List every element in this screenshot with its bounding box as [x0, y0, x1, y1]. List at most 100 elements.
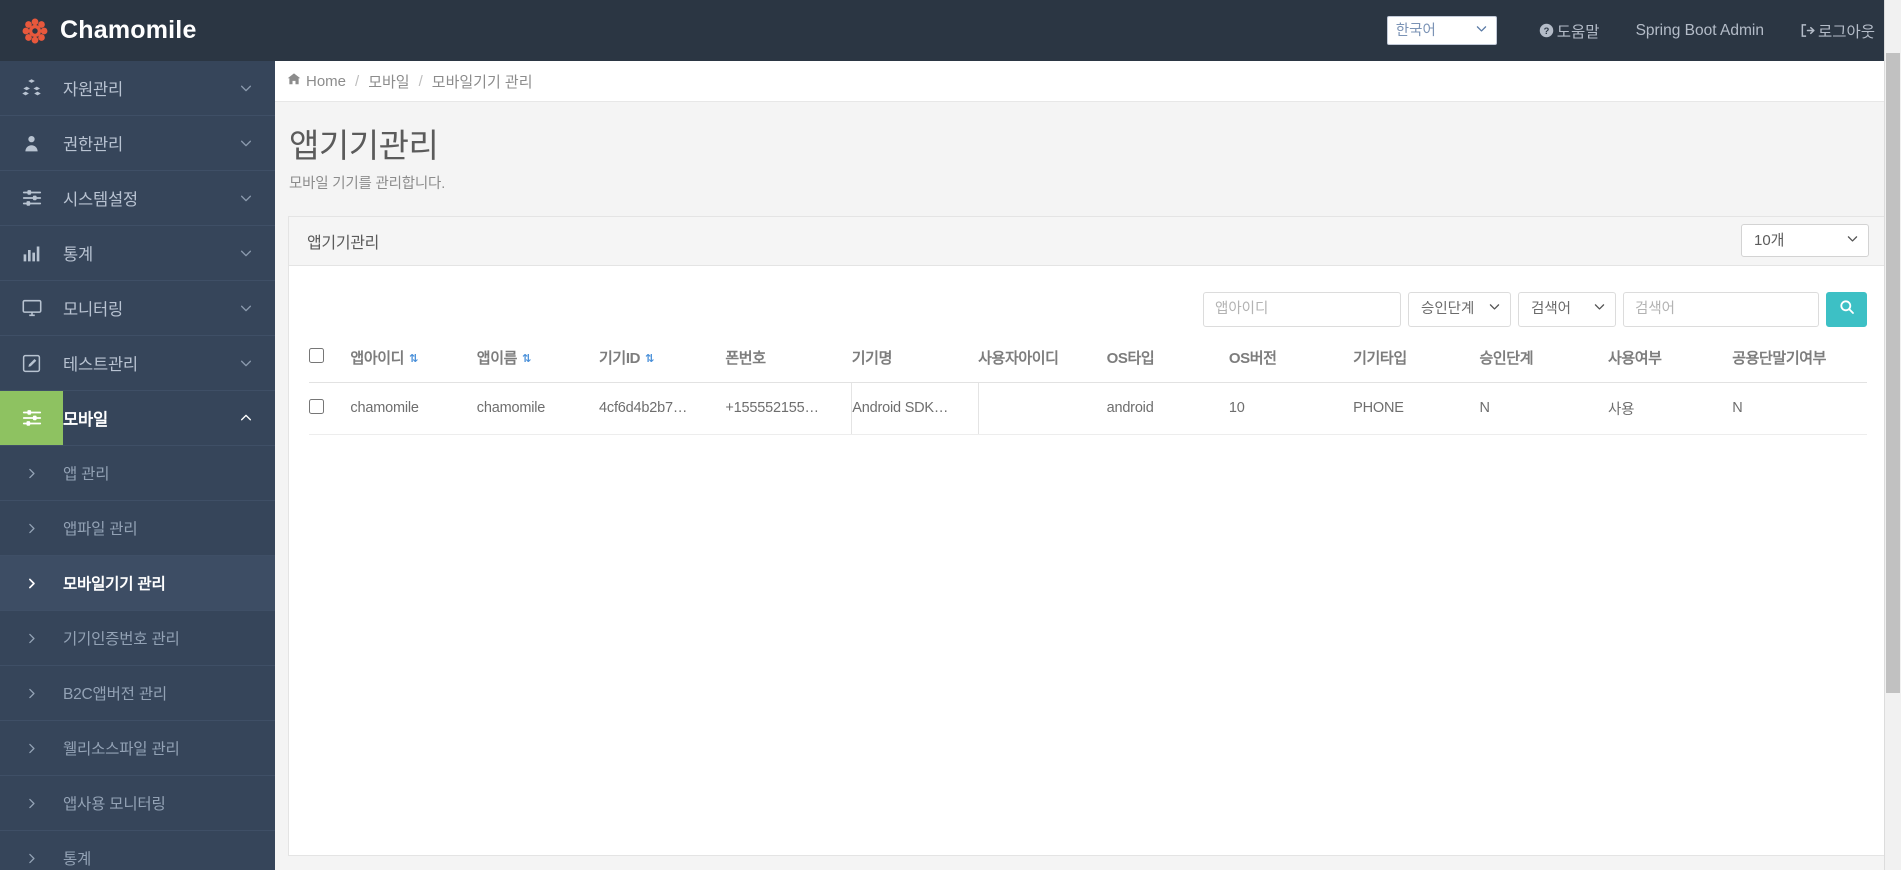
table-header-device-name[interactable]: 기기명: [851, 346, 979, 383]
language-select[interactable]: 한국어: [1386, 16, 1497, 45]
sidebar-nav: 자원관리 권한관리 시스템설정 통계 모니터링 테스트관리 모바일 앱 관리 앱…: [0, 61, 275, 870]
cell-use-yn: 사용: [1607, 382, 1733, 435]
table-header-label: 공용단말기여부: [1732, 349, 1827, 367]
chevron-right-icon: [0, 742, 63, 755]
table-header-os-version[interactable]: OS버전: [1228, 346, 1354, 383]
sidebar-subitem-label: 웰리소스파일 관리: [63, 741, 180, 758]
chevron-down-icon: [239, 356, 275, 370]
breadcrumb-item-current[interactable]: 모바일기기 관리: [432, 71, 533, 92]
content-card: 앱기기관리 10개 앱아이디 승인단계 검색어 검색어 앱아이디 ⇅ 앱이름 ⇅…: [288, 215, 1888, 856]
search-button[interactable]: [1826, 291, 1867, 327]
approval-stage-select[interactable]: 승인단계: [1408, 291, 1511, 327]
table-header: 앱아이디 ⇅ 앱이름 ⇅ 기기ID ⇅ 폰번호 기기명 사용자아이디 OS타입 …: [309, 346, 1867, 383]
table-body: chamomile chamomile 4cf6d4b2b7… +1555521…: [309, 382, 1867, 435]
sidebar-item-statistics[interactable]: 통계: [0, 226, 275, 281]
logout-link[interactable]: 로그아웃: [1782, 0, 1893, 61]
breadcrumb-home[interactable]: Home: [287, 72, 346, 90]
top-header-actions: 한국어 ? 도움말 Spring Boot Admin 로그아웃: [1386, 0, 1901, 61]
table-header-label: 사용자아이디: [978, 349, 1059, 367]
table-header-label: 폰번호: [725, 349, 766, 367]
scrollbar-thumb[interactable]: [1886, 53, 1900, 693]
cell-shared-yn: N: [1732, 382, 1867, 435]
cell-device-id: 4cf6d4b2b7…: [599, 382, 726, 435]
table-header-os-type[interactable]: OS타입: [1106, 346, 1229, 383]
chevron-up-icon: [239, 411, 275, 425]
chevron-right-icon: [0, 522, 63, 535]
sidebar-subitem-well-resource-file[interactable]: 웰리소스파일 관리: [0, 721, 275, 776]
cell-device-name: Android SDK…: [851, 382, 979, 435]
chevron-down-icon: [239, 301, 275, 315]
desktop-icon: [0, 281, 63, 335]
keyword-search-input[interactable]: [1623, 291, 1819, 327]
search-icon: [1839, 299, 1855, 320]
cell-user-id: [978, 382, 1107, 435]
chevron-right-icon: [0, 632, 63, 645]
sidebar-item-label: 테스트관리: [63, 356, 138, 374]
table-header-phone[interactable]: 폰번호: [725, 346, 852, 383]
app-id-search-input[interactable]: [1203, 291, 1401, 327]
table-header-user-id[interactable]: 사용자아이디: [978, 346, 1107, 383]
breadcrumb-item-mobile[interactable]: 모바일: [368, 71, 409, 92]
body-row: 자원관리 권한관리 시스템설정 통계 모니터링 테스트관리 모바일 앱 관리 앱…: [0, 61, 1901, 870]
table-header-app-name[interactable]: 앱이름 ⇅: [476, 346, 600, 383]
sidebar-subitem-b2c-app-version[interactable]: B2C앱버전 관리: [0, 666, 275, 721]
page-size-select[interactable]: 10개: [1741, 224, 1869, 258]
select-all-checkbox[interactable]: [309, 347, 324, 363]
breadcrumb-home-label: Home: [306, 72, 347, 90]
sidebar-subitem-label: 모바일기기 관리: [63, 576, 166, 593]
sidebar-item-mobile[interactable]: 모바일: [0, 391, 275, 446]
table-header-shared-yn[interactable]: 공용단말기여부: [1732, 346, 1867, 383]
table-header-app-id[interactable]: 앱아이디 ⇅: [350, 346, 477, 383]
chevron-down-icon: [239, 81, 275, 95]
sidebar-item-resource[interactable]: 자원관리: [0, 61, 275, 116]
sliders-icon: [0, 391, 63, 445]
table-header-device-id[interactable]: 기기ID ⇅: [599, 346, 726, 383]
sidebar-item-monitoring[interactable]: 모니터링: [0, 281, 275, 336]
sort-updown-icon: ⇅: [522, 352, 531, 365]
logout-label: 로그아웃: [1817, 23, 1875, 41]
question-circle-icon: ?: [1539, 23, 1554, 38]
sidebar-subitem-device-auth-number[interactable]: 기기인증번호 관리: [0, 611, 275, 666]
sidebar-item-label: 모니터링: [63, 301, 123, 319]
breadcrumb: Home / 모바일 / 모바일기기 관리: [275, 61, 1901, 102]
filter-toolbar: 승인단계 검색어: [309, 288, 1867, 347]
table-header-approval[interactable]: 승인단계: [1479, 346, 1608, 383]
chevron-down-icon: [239, 246, 275, 260]
card-body: 승인단계 검색어: [289, 266, 1887, 435]
cubes-icon: [0, 61, 63, 115]
cell-os-type: android: [1106, 382, 1229, 435]
cell-phone: +155552155…: [725, 382, 852, 435]
search-type-select[interactable]: 검색어: [1518, 291, 1616, 327]
chevron-down-icon: [239, 191, 275, 205]
bar-chart-icon: [0, 226, 63, 280]
page-scrollbar[interactable]: [1884, 0, 1901, 870]
sidebar-subitem-app-management[interactable]: 앱 관리: [0, 446, 275, 501]
table-header-label: 사용여부: [1607, 349, 1662, 367]
sidebar-subitem-appfile-management[interactable]: 앱파일 관리: [0, 501, 275, 556]
sidebar-subitem-mobile-device-management[interactable]: 모바일기기 관리: [0, 556, 275, 611]
table-header-device-type[interactable]: 기기타입: [1353, 346, 1480, 383]
sidebar-subitem-label: 앱사용 모니터링: [63, 796, 166, 813]
table-header-label: OS버전: [1228, 349, 1277, 367]
table-row[interactable]: chamomile chamomile 4cf6d4b2b7… +1555521…: [309, 382, 1867, 435]
sidebar-subitem-app-usage-monitoring[interactable]: 앱사용 모니터링: [0, 776, 275, 831]
table-header-label: 기기명: [851, 349, 893, 367]
table-header-use-yn[interactable]: 사용여부: [1607, 346, 1733, 383]
sidebar-subitem-statistics[interactable]: 통계: [0, 831, 275, 870]
sidebar-item-test-management[interactable]: 테스트관리: [0, 336, 275, 391]
sidebar-item-system-settings[interactable]: 시스템설정: [0, 171, 275, 226]
cell-device-type: PHONE: [1353, 382, 1480, 435]
page-subtitle: 모바일 기기를 관리합니다.: [289, 175, 446, 192]
chevron-right-icon: [0, 797, 63, 810]
brand-area[interactable]: Chamomile: [0, 18, 275, 44]
sidebar-item-permission[interactable]: 권한관리: [0, 116, 275, 171]
user-shield-icon: [0, 116, 63, 170]
page-title: 앱기기관리: [289, 127, 439, 164]
sidebar-item-label: 통계: [63, 246, 93, 264]
user-menu[interactable]: Spring Boot Admin: [1618, 0, 1782, 61]
page-size-wrapper: 10개: [1741, 224, 1869, 258]
row-select-checkbox[interactable]: [309, 398, 324, 414]
help-link[interactable]: ? 도움말: [1521, 0, 1618, 61]
sort-updown-icon: ⇅: [645, 352, 654, 365]
cell-app-id: chamomile: [350, 382, 477, 435]
